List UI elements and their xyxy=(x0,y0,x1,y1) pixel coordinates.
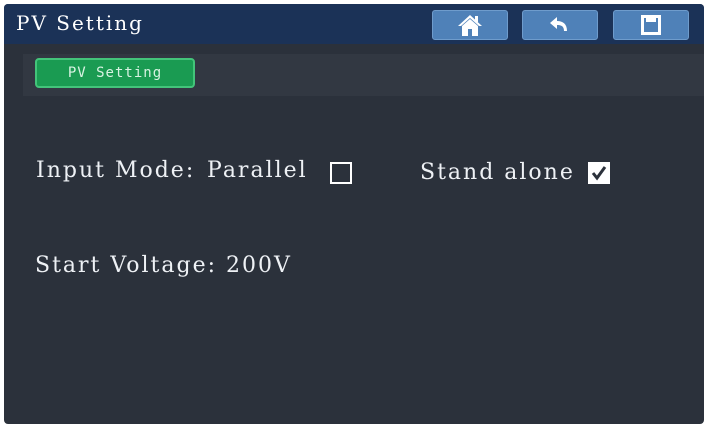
parallel-label: Parallel xyxy=(207,158,308,183)
stand-alone-checkbox[interactable] xyxy=(588,162,610,184)
stand-alone-label: Stand alone xyxy=(420,160,575,185)
back-button[interactable] xyxy=(522,10,598,40)
page-title: PV Setting xyxy=(16,11,144,35)
save-icon xyxy=(641,15,661,35)
tab-pv-setting[interactable]: PV Setting xyxy=(35,58,195,88)
start-voltage-label: Start Voltage: 200V xyxy=(35,253,292,278)
title-bar: PV Setting xyxy=(4,4,704,44)
parallel-checkbox[interactable] xyxy=(330,162,352,184)
screen: PV Setting PV Setting Input Mode: Parall… xyxy=(4,4,704,424)
tab-bar: PV Setting xyxy=(23,54,704,96)
back-arrow-icon xyxy=(549,15,571,35)
save-button[interactable] xyxy=(613,10,689,40)
input-mode-label: Input Mode: xyxy=(36,158,196,183)
home-button[interactable] xyxy=(432,10,508,40)
home-icon xyxy=(457,13,483,37)
